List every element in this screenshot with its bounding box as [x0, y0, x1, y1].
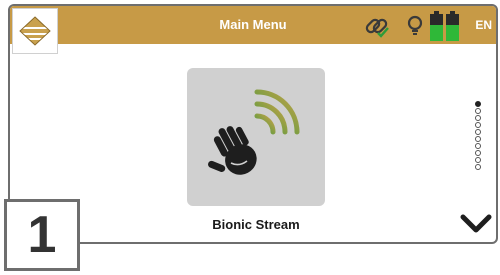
language-indicator[interactable]: EN: [475, 6, 492, 44]
chevron-down-icon[interactable]: [460, 214, 492, 234]
link-status-icon: [365, 18, 389, 38]
page-dot-active: [475, 101, 481, 107]
page-indicator: [473, 101, 483, 170]
logo[interactable]: [12, 8, 58, 54]
page-dot: [475, 150, 481, 156]
battery-icon: [430, 11, 443, 41]
page-dot: [475, 108, 481, 114]
page-dot: [475, 164, 481, 170]
page-dot: [475, 143, 481, 149]
bulb-icon: [407, 15, 423, 35]
menu-item-label: Bionic Stream: [212, 217, 300, 232]
page-dot: [475, 136, 481, 142]
page-dot: [475, 122, 481, 128]
logo-icon: [19, 16, 51, 46]
hand-stream-icon: [208, 89, 300, 175]
page-dot: [475, 157, 481, 163]
battery-icon: [446, 11, 459, 41]
menu-item-tile[interactable]: [187, 68, 325, 206]
page-dot: [475, 115, 481, 121]
header-bar: Main Menu EN: [10, 6, 496, 44]
page-dot: [475, 129, 481, 135]
page-number-box: 1: [4, 199, 80, 271]
device-screen: Main Menu EN Bionic Stream: [8, 4, 498, 244]
